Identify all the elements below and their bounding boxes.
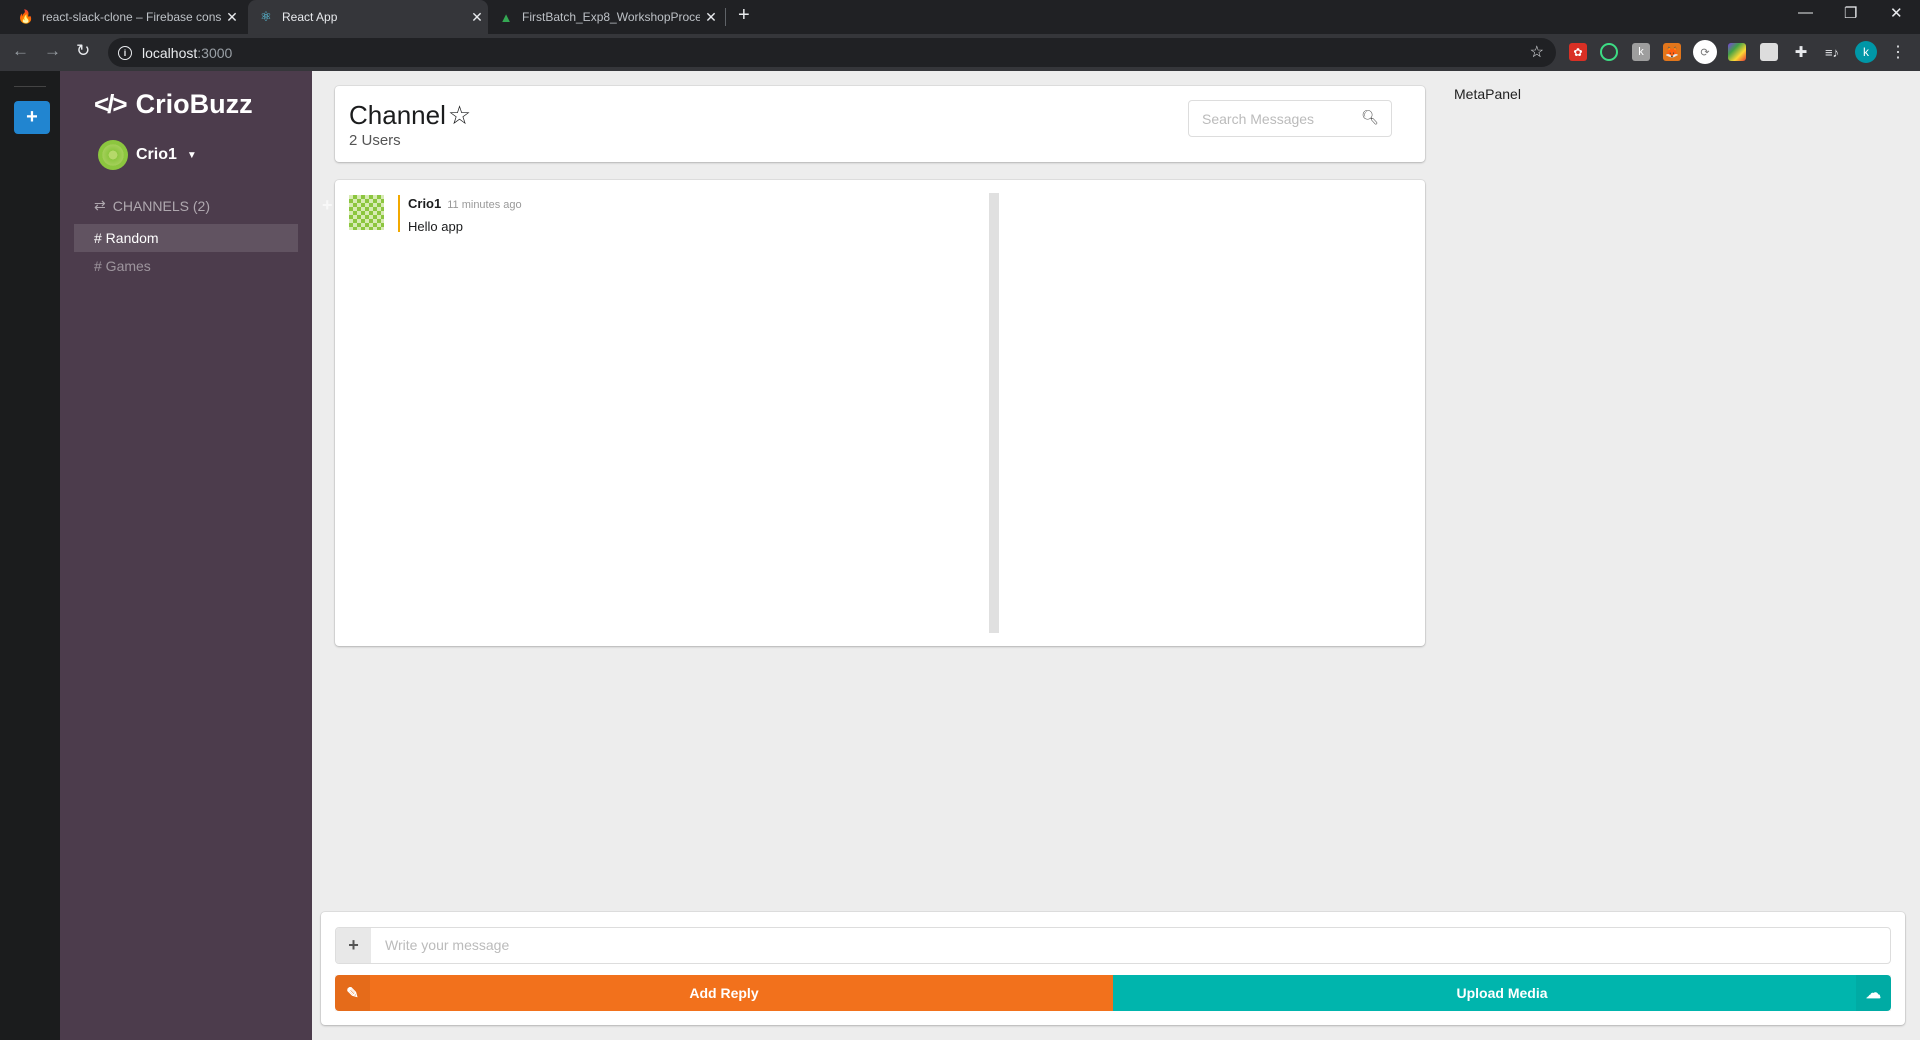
- close-tab-icon[interactable]: ✕: [466, 9, 488, 26]
- search-messages-input[interactable]: Search Messages 🔍︎: [1188, 100, 1392, 137]
- messages-header: Channel ☆ 2 Users Search Messages 🔍︎: [335, 86, 1425, 162]
- add-team-button[interactable]: +: [14, 101, 50, 134]
- tab-separator: [725, 8, 726, 26]
- tab-title: React App: [282, 10, 338, 24]
- add-reply-button[interactable]: ✎ Add Reply: [335, 975, 1113, 1011]
- ext-k-icon[interactable]: k: [1632, 43, 1650, 61]
- caret-down-icon: ▼: [186, 149, 197, 161]
- reload-icon[interactable]: ↻: [76, 41, 90, 61]
- message-form: + Write your message ✎ Add Reply Upload …: [321, 912, 1905, 1025]
- user-count: 2 Users: [349, 132, 401, 149]
- scrollbar[interactable]: [989, 193, 999, 633]
- address-bar[interactable]: i localhost:3000 ☆: [108, 38, 1556, 67]
- tab-react-app[interactable]: ⚛ React App ✕: [248, 0, 488, 34]
- add-attachment-icon[interactable]: +: [336, 928, 371, 963]
- divider: [14, 86, 46, 87]
- channels-label: CHANNELS (2): [112, 197, 210, 214]
- browser-tab-bar: 🔥 react-slack-clone – Firebase cons ✕ ⚛ …: [0, 0, 1920, 34]
- new-tab-button[interactable]: +: [738, 4, 750, 27]
- ext-colorful-icon[interactable]: [1728, 43, 1746, 61]
- code-logo-icon: </>: [94, 89, 128, 119]
- google-drive-icon: ▲: [499, 9, 513, 25]
- app-name: CrioBuzz: [135, 89, 253, 119]
- close-window-icon[interactable]: ✕: [1890, 4, 1903, 22]
- upload-media-label: Upload Media: [1456, 985, 1548, 1001]
- channel-item-games[interactable]: # Games: [74, 252, 298, 280]
- tab-firebase[interactable]: 🔥 react-slack-clone – Firebase cons ✕: [0, 0, 243, 34]
- back-icon[interactable]: ←: [12, 41, 29, 61]
- forward-icon[interactable]: →: [44, 41, 61, 61]
- user-name: Crio1: [136, 146, 177, 163]
- ext-red-icon[interactable]: ✿: [1569, 43, 1587, 61]
- restore-icon[interactable]: ❐: [1844, 4, 1857, 22]
- puzzle-icon[interactable]: ✚: [1792, 43, 1810, 61]
- ext-sync-icon[interactable]: ⟳: [1693, 40, 1717, 64]
- tab-title: react-slack-clone – Firebase cons: [42, 10, 221, 24]
- message-input[interactable]: + Write your message: [335, 927, 1891, 964]
- meta-panel: MetaPanel: [1454, 86, 1521, 102]
- cloud-upload-icon: ☁: [1856, 975, 1891, 1011]
- close-tab-icon[interactable]: ✕: [700, 9, 722, 26]
- exchange-icon: ⇄: [94, 197, 106, 213]
- channel-item-random[interactable]: # Random: [74, 224, 298, 252]
- message-avatar: [349, 195, 384, 230]
- message-text: Hello app: [408, 219, 463, 234]
- message-item: Crio1 11 minutes ago Hello app: [349, 195, 522, 234]
- channel-strip: +: [0, 71, 60, 1040]
- profile-avatar[interactable]: k: [1855, 41, 1877, 63]
- messages-panel: Crio1 11 minutes ago Hello app: [335, 180, 1425, 646]
- browser-toolbar: ← → ↻ i localhost:3000 ☆ ✿ k 🦊 ⟳ ✚ ≡♪ k …: [0, 34, 1920, 71]
- user-avatar: [98, 140, 128, 170]
- message-author: Crio1: [408, 196, 442, 211]
- channels-header: ⇄ CHANNELS (2) +: [94, 195, 336, 216]
- message-placeholder: Write your message: [385, 937, 510, 953]
- upload-media-button[interactable]: Upload Media ☁: [1113, 975, 1891, 1011]
- channel-title: Channel ☆: [349, 100, 471, 131]
- search-placeholder: Search Messages: [1202, 110, 1315, 127]
- menu-kebab-icon[interactable]: ⋮: [1889, 43, 1907, 61]
- app-brand: </> CrioBuzz: [94, 89, 253, 120]
- message-content: Crio1 11 minutes ago Hello app: [398, 195, 522, 234]
- info-icon[interactable]: i: [118, 45, 132, 60]
- channel-name: Channel: [349, 100, 446, 130]
- ext-placeholder-icon[interactable]: [1760, 43, 1778, 61]
- user-dropdown[interactable]: Crio1 ▼: [98, 140, 197, 170]
- bookmark-star-icon[interactable]: ☆: [1530, 42, 1544, 62]
- react-icon: ⚛: [260, 9, 272, 24]
- edit-icon: ✎: [335, 975, 370, 1011]
- close-tab-icon[interactable]: ✕: [221, 9, 243, 26]
- search-icon[interactable]: 🔍︎: [1361, 109, 1379, 126]
- add-reply-label: Add Reply: [689, 985, 759, 1001]
- metamask-fox-icon[interactable]: 🦊: [1663, 43, 1681, 61]
- minimize-icon[interactable]: —: [1798, 4, 1813, 21]
- sidebar: </> CrioBuzz Crio1 ▼ ⇄ CHANNELS (2) + # …: [60, 71, 333, 1040]
- tab-drive[interactable]: ▲ FirstBatch_Exp8_WorkshopProces ✕: [490, 0, 722, 34]
- ext-green-ring-icon[interactable]: [1600, 43, 1618, 61]
- add-channel-icon[interactable]: +: [322, 195, 333, 216]
- url-text: localhost:3000: [142, 44, 233, 61]
- firebase-icon: 🔥: [17, 9, 35, 24]
- media-control-icon[interactable]: ≡♪: [1823, 43, 1841, 61]
- message-timestamp: 11 minutes ago: [447, 199, 522, 211]
- star-icon[interactable]: ☆: [448, 100, 471, 131]
- tab-title: FirstBatch_Exp8_WorkshopProces: [522, 10, 700, 24]
